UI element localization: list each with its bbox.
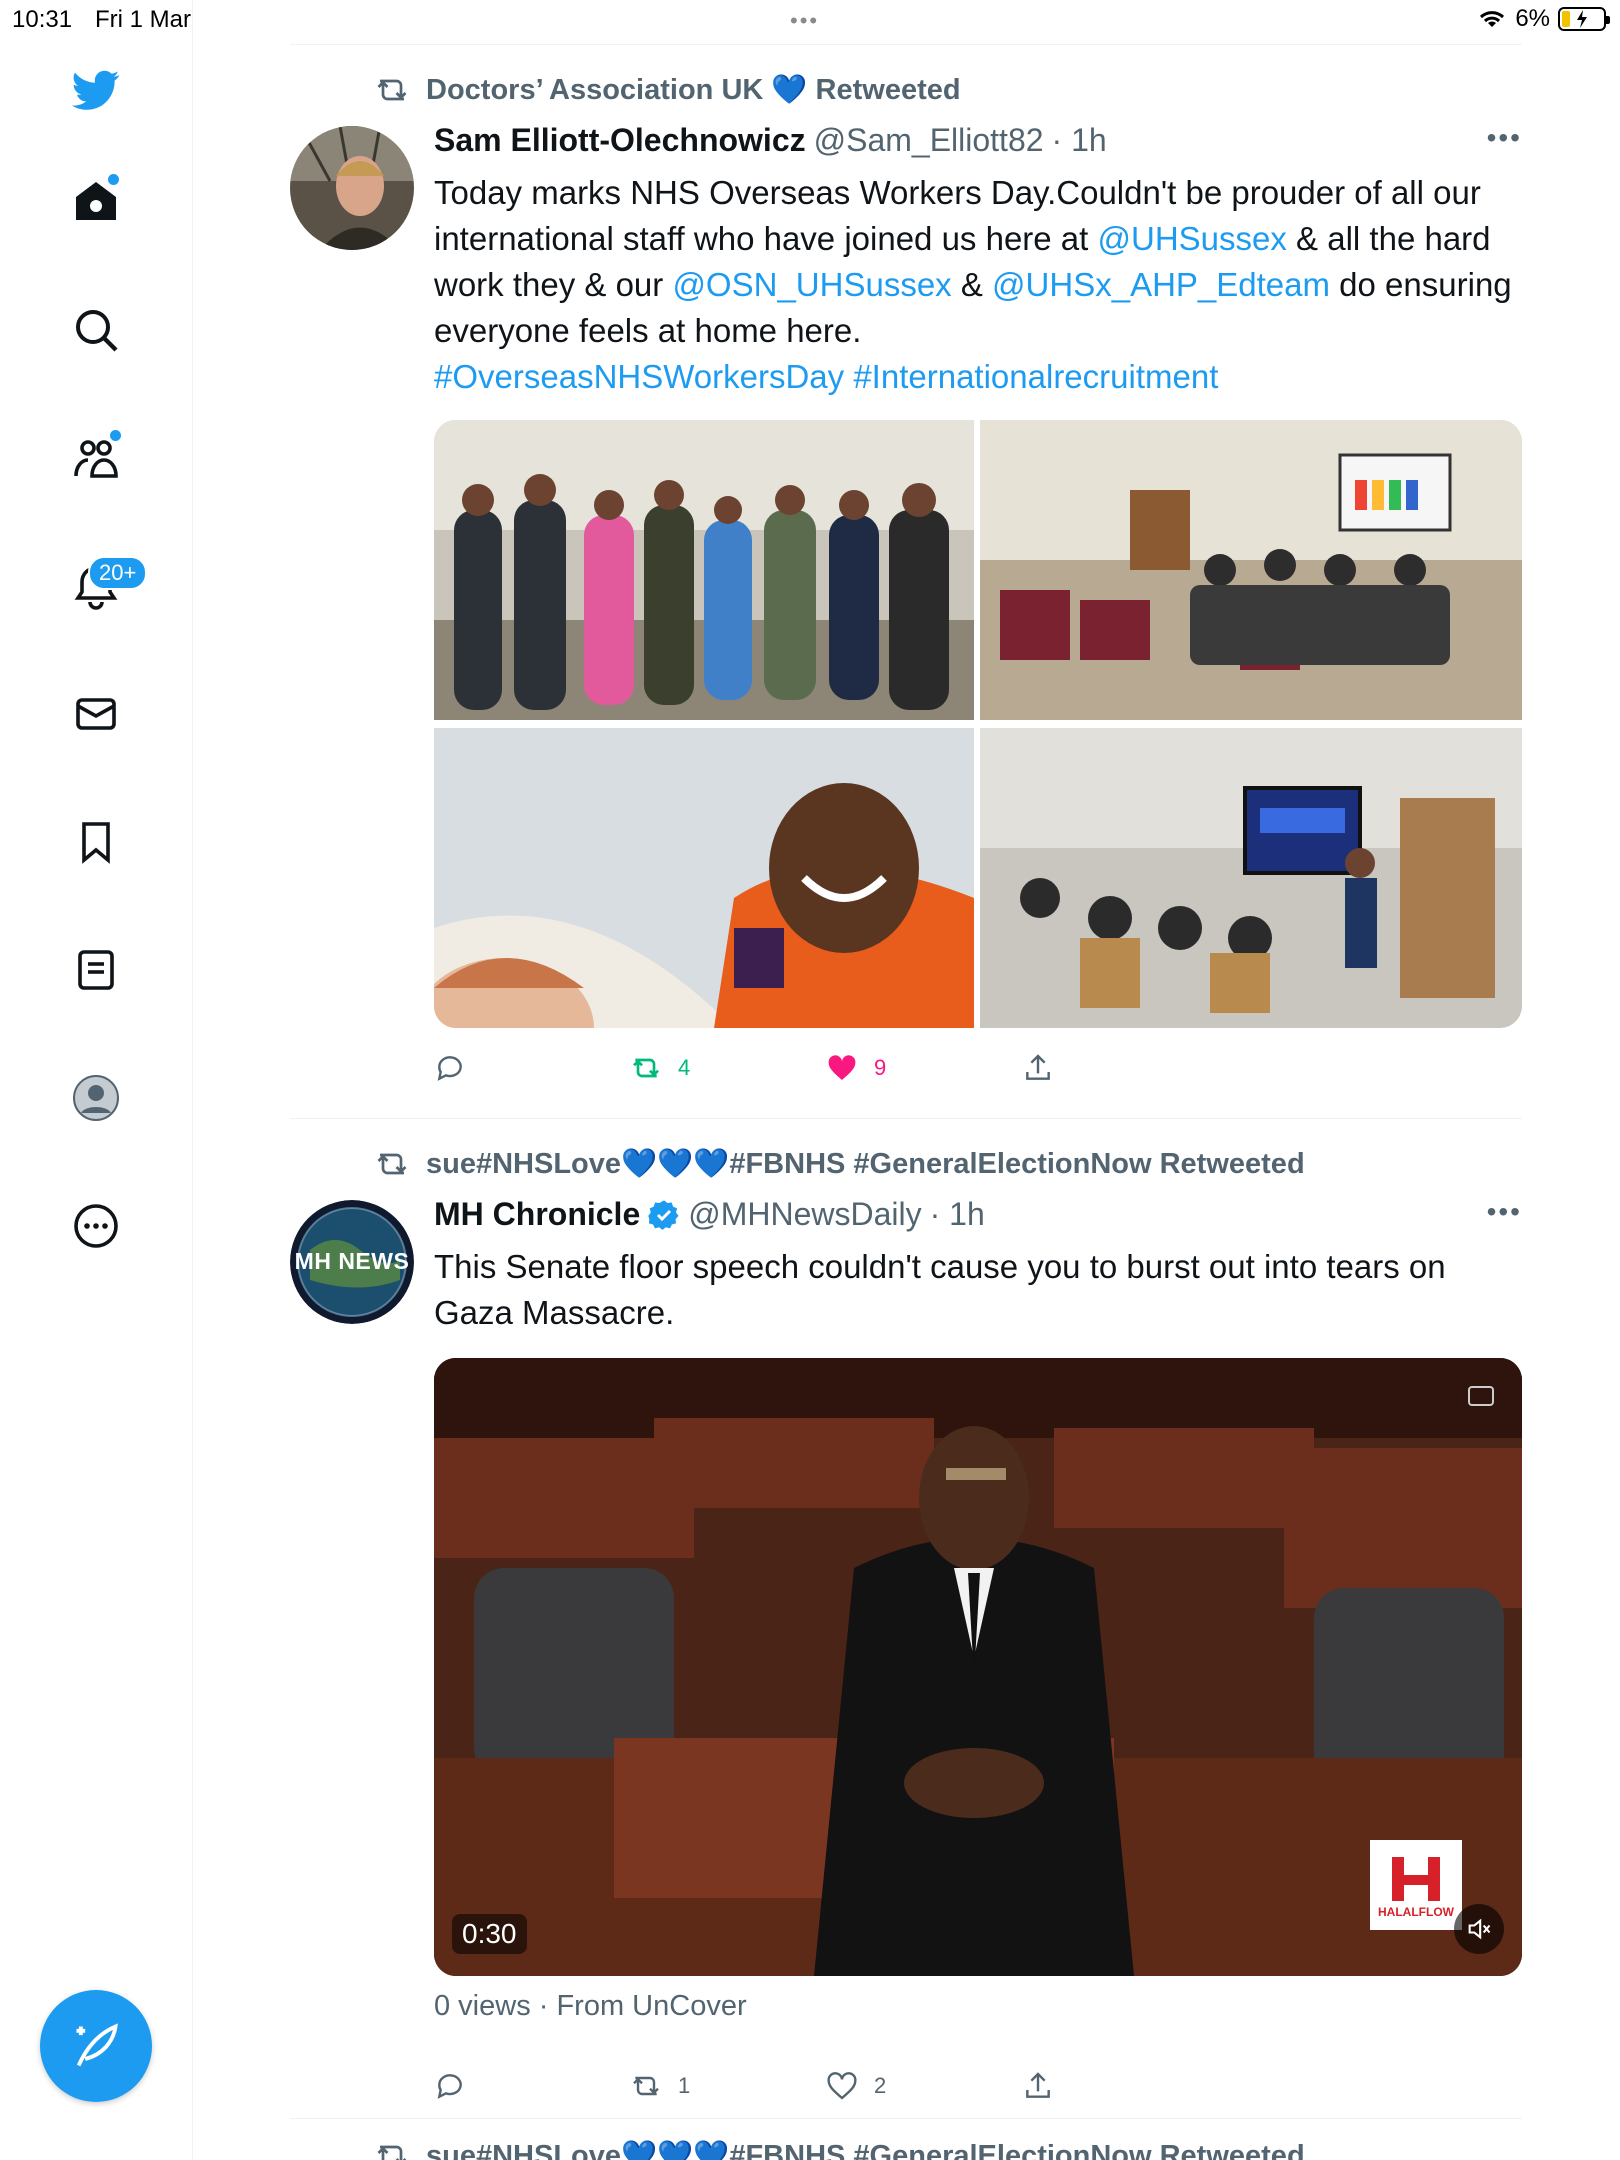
video-player[interactable]: HALALFLOW 0:30 [434, 1358, 1522, 1976]
retweet-context-text: Doctors’ Association UK 💙 Retweeted [426, 74, 961, 106]
reply-button[interactable] [434, 1052, 466, 1084]
retweet-icon [377, 1153, 407, 1175]
mail-icon [76, 698, 116, 730]
heart-icon [827, 2072, 857, 2100]
retweet-context: sue#NHSLove💙💙💙#FBNHS #GeneralElectionNow… [374, 1146, 1305, 1182]
retweet-icon [377, 2145, 407, 2160]
photo-presentation[interactable] [980, 728, 1522, 1028]
more-circle-icon [74, 1204, 118, 1248]
tweet-card[interactable]: sue#NHSLove💙💙💙#FBNHS #GeneralElectionNow… [290, 1138, 1522, 2138]
share-button[interactable] [1022, 2070, 1054, 2102]
nav-explore[interactable] [60, 294, 132, 366]
home-unread-dot [108, 174, 119, 185]
retweet-count: 4 [678, 1055, 691, 1080]
status-right: 6% [1477, 5, 1610, 33]
search-icon [76, 310, 118, 352]
author-handle[interactable]: @Sam_Elliott82 [814, 122, 1044, 159]
video-duration: 0:30 [452, 1914, 527, 1954]
avatar[interactable]: MH NEWS [290, 1200, 414, 1324]
multitasking-dots-icon[interactable]: ••• [790, 8, 819, 34]
retweet-button[interactable]: 1 [630, 2070, 690, 2102]
tweet-time[interactable]: · 1h [930, 1196, 985, 1233]
retweet-context-text: sue#NHSLove💙💙💙#FBNHS #GeneralElectionNow… [426, 1148, 1305, 1180]
retweet-icon [633, 1058, 659, 1078]
photo-training-room[interactable] [980, 420, 1522, 720]
share-icon [1026, 2072, 1050, 2098]
next-retweet-context: sue#NHSLove💙💙💙#FBNHS #GeneralElectionNow… [374, 2138, 1305, 2160]
like-count: 2 [874, 2073, 887, 2098]
reply-icon [437, 1056, 462, 1081]
nav-more[interactable] [60, 1190, 132, 1262]
photo-selfie[interactable] [434, 728, 974, 1028]
feed-top-divider [290, 44, 1522, 45]
battery-icon [1558, 7, 1610, 31]
more-options-icon[interactable]: ••• [1487, 1196, 1522, 1228]
lists-icon [78, 950, 114, 990]
communities-icon [74, 440, 118, 478]
notifications-badge: 20+ [88, 556, 148, 590]
twitter-logo-icon[interactable] [60, 54, 132, 126]
mention-link[interactable]: @UHSussex [1098, 220, 1287, 257]
retweet-context: Doctors’ Association UK 💙 Retweeted [374, 72, 961, 108]
heart-filled-icon [828, 1055, 856, 1080]
more-options-icon[interactable]: ••• [1487, 122, 1522, 154]
captions-icon[interactable] [1468, 1386, 1494, 1406]
tweet-divider [290, 1118, 1522, 1119]
retweet-icon [633, 2076, 659, 2096]
nav-lists[interactable] [60, 934, 132, 1006]
nav-messages[interactable] [60, 678, 132, 750]
share-icon [1026, 1054, 1050, 1080]
tweet-actions: 4 9 [434, 1052, 1234, 1092]
verified-badge-icon [648, 1199, 679, 1230]
photo-group-staff[interactable] [434, 420, 974, 720]
retweet-button[interactable]: 4 [630, 1052, 690, 1084]
reply-icon [437, 2074, 462, 2099]
compose-feather-icon [76, 2023, 118, 2067]
tweet-header: Sam Elliott-Olechnowicz @Sam_Elliott82 ·… [434, 122, 1107, 159]
nav-bookmarks[interactable] [60, 806, 132, 878]
reply-button[interactable] [434, 2070, 466, 2102]
nav-communities[interactable] [60, 422, 132, 494]
author-handle[interactable]: @MHNewsDaily [688, 1196, 921, 1233]
status-bar: 10:31 Fri 1 Mar ••• 6% [0, 0, 1620, 40]
video-logo: HALALFLOW [1370, 1840, 1462, 1930]
compose-tweet-button[interactable] [40, 1990, 152, 2102]
mute-icon [1468, 1918, 1491, 1940]
avatar-text: MH NEWS [294, 1248, 410, 1274]
photo-grid [434, 420, 1522, 1028]
author-name[interactable]: Sam Elliott-Olechnowicz [434, 122, 806, 159]
wifi-icon [1480, 11, 1505, 27]
communities-unread-dot [110, 430, 121, 441]
next-retweet-context-text: sue#NHSLove💙💙💙#FBNHS #GeneralElectionNow… [426, 2140, 1305, 2160]
mention-link[interactable]: @OSN_UHSussex [672, 266, 951, 303]
video-logo-text: HALALFLOW [1378, 1905, 1454, 1919]
retweet-icon [377, 79, 407, 101]
nav-profile[interactable] [60, 1062, 132, 1134]
tweet-text: This Senate floor speech couldn't cause … [434, 1248, 1446, 1331]
bookmark-icon [82, 822, 110, 864]
nav-home[interactable] [60, 166, 132, 238]
tweet-header: MH Chronicle @MHNewsDaily · 1h [434, 1196, 985, 1233]
profile-avatar-icon [73, 1075, 119, 1121]
tweet-text: Today marks NHS Overseas Workers Day.Cou… [434, 170, 1524, 400]
author-name[interactable]: MH Chronicle [434, 1196, 640, 1233]
retweet-count: 1 [678, 2073, 691, 2098]
battery-percent: 6% [1515, 5, 1550, 32]
mute-button[interactable] [1454, 1904, 1504, 1954]
tweet-divider [290, 2118, 1522, 2119]
share-button[interactable] [1022, 1052, 1054, 1084]
like-button[interactable]: 2 [826, 2070, 886, 2102]
video-views: 0 views · From UnCover [434, 1990, 747, 2022]
text-part: & [951, 266, 993, 303]
avatar[interactable] [290, 126, 414, 250]
like-button[interactable]: 9 [826, 1052, 886, 1084]
tweet-time[interactable]: · 1h [1052, 122, 1107, 159]
like-count: 9 [874, 1055, 887, 1080]
tweet-actions: 1 2 [434, 2070, 1234, 2110]
hashtag-links[interactable]: #OverseasNHSWorkersDay #Internationalrec… [434, 358, 1218, 395]
mention-link[interactable]: @UHSx_AHP_Edteam [992, 266, 1330, 303]
sidebar: 20+ [0, 0, 193, 2160]
home-icon [76, 182, 116, 220]
tweet-card[interactable]: Doctors’ Association UK 💙 Retweeted Sam … [290, 64, 1522, 1104]
